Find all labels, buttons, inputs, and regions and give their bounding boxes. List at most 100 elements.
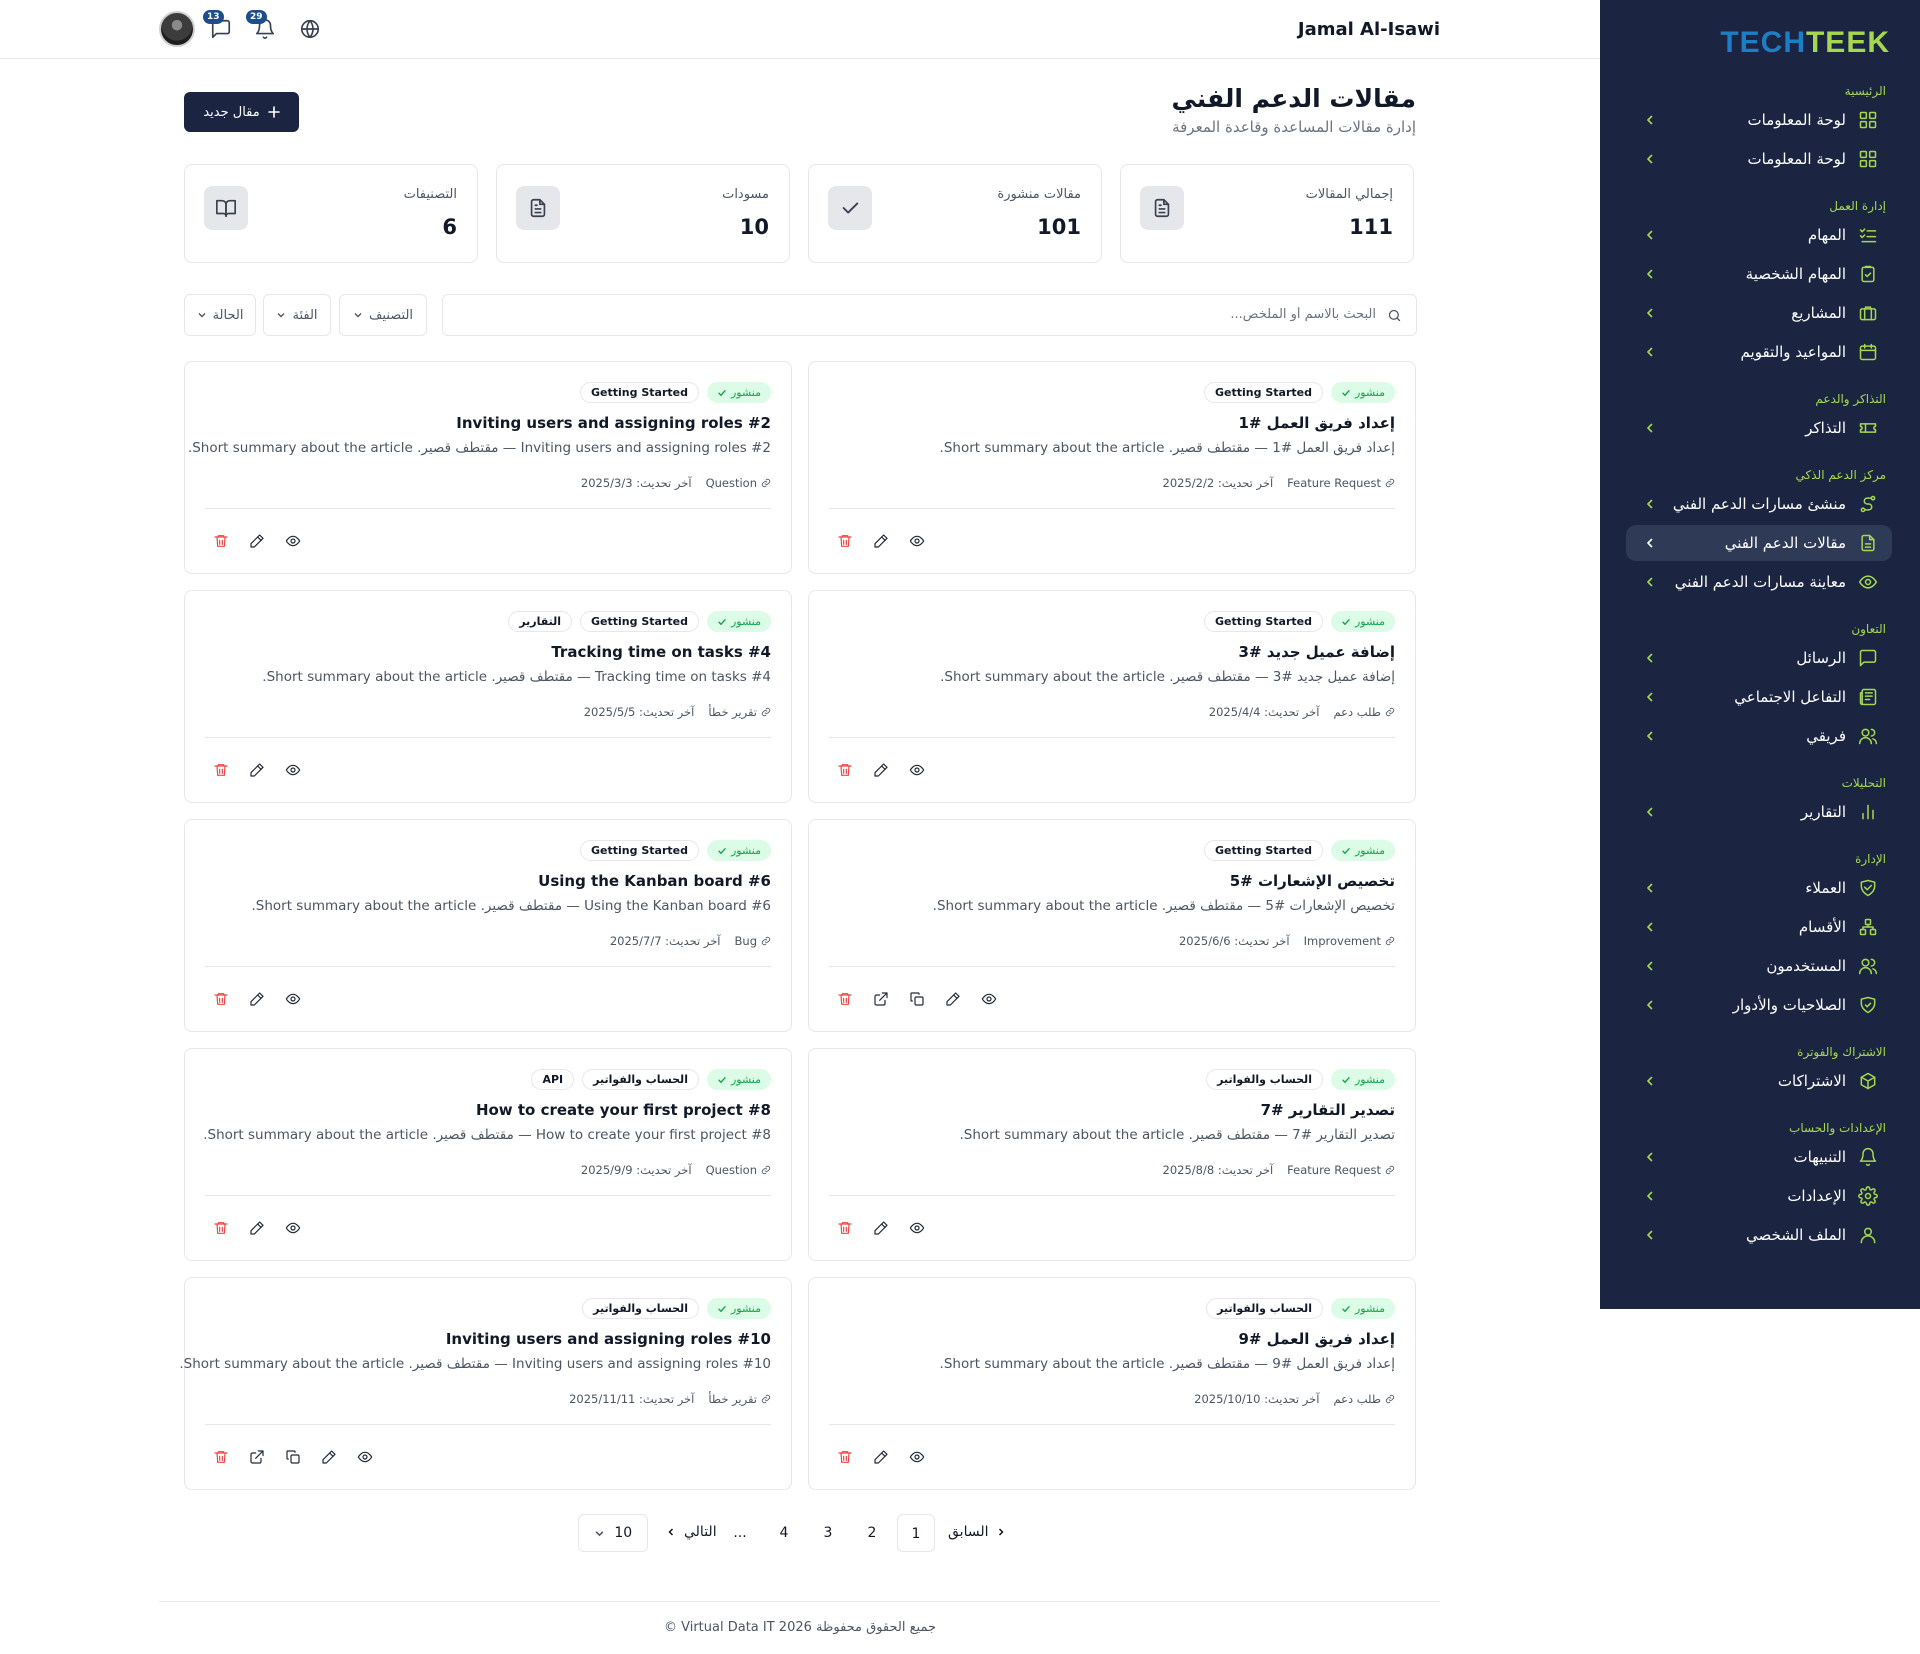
edit-button[interactable] — [873, 533, 889, 549]
article-title[interactable]: Tracking time on tasks #4 — [551, 643, 771, 661]
view-button[interactable] — [285, 991, 301, 1007]
view-button[interactable] — [285, 1220, 301, 1236]
view-button[interactable] — [909, 762, 925, 778]
sidebar-item-label: المهام الشخصية — [1745, 265, 1846, 283]
sidebar-item[interactable]: المهام الشخصية — [1626, 256, 1892, 292]
delete-button[interactable] — [213, 1220, 229, 1236]
user-name[interactable]: Jamal Al-Isawi — [1298, 19, 1440, 40]
view-button[interactable] — [285, 533, 301, 549]
edit-button[interactable] — [249, 1220, 265, 1236]
article-title[interactable]: إضافة عميل جديد #3 — [1239, 643, 1395, 661]
view-button[interactable] — [909, 533, 925, 549]
article-title[interactable]: Using the Kanban board #6 — [538, 872, 771, 890]
edit-button[interactable] — [321, 1449, 337, 1465]
delete-button[interactable] — [213, 1449, 229, 1465]
article-title[interactable]: Inviting users and assigning roles #10 — [446, 1330, 771, 1348]
sidebar-item[interactable]: لوحة المعلومات — [1626, 141, 1892, 177]
category-filter[interactable]: التصنيف — [339, 294, 427, 336]
view-button[interactable] — [909, 1220, 925, 1236]
sidebar-item[interactable]: المستخدمون — [1626, 948, 1892, 984]
article-updated: آخر تحديث: 2025/8/8 — [1163, 1163, 1274, 1177]
duplicate-button[interactable] — [909, 991, 925, 1007]
sidebar-item[interactable]: المواعيد والتقويم — [1626, 334, 1892, 370]
card-tags: منشور Getting Started — [1204, 611, 1395, 632]
view-button[interactable] — [981, 991, 997, 1007]
article-card: منشور الحساب والفواتير API How to create … — [184, 1048, 792, 1261]
prev-page-button[interactable]: السابق — [948, 1524, 1006, 1540]
sidebar-item[interactable]: المشاريع — [1626, 295, 1892, 331]
article-card: منشور الحساب والفواتير إعداد فريق العمل … — [808, 1277, 1416, 1490]
card-tags: منشور Getting Started — [1204, 382, 1395, 403]
card-divider — [829, 508, 1395, 509]
delete-button[interactable] — [213, 991, 229, 1007]
page-title: مقالات الدعم الفني — [1171, 84, 1416, 113]
open-external-button[interactable] — [249, 1449, 265, 1465]
edit-button[interactable] — [873, 762, 889, 778]
sidebar-item[interactable]: الأقسام — [1626, 909, 1892, 945]
article-title[interactable]: تصدير التقارير #7 — [1261, 1101, 1395, 1119]
sidebar-item[interactable]: معاينة مسارات الدعم الفني — [1626, 564, 1892, 600]
card-divider — [829, 1195, 1395, 1196]
sidebar-item[interactable]: الاشتراكات — [1626, 1063, 1892, 1099]
view-button[interactable] — [285, 762, 301, 778]
edit-button[interactable] — [945, 991, 961, 1007]
sidebar-item[interactable]: التفاعل الاجتماعي — [1626, 679, 1892, 715]
page-1-button[interactable]: 1 — [897, 1514, 935, 1552]
page-2-button[interactable]: 2 — [853, 1514, 891, 1552]
article-type-label: تقرير خطأ — [708, 1392, 757, 1406]
user-avatar[interactable] — [159, 11, 195, 47]
edit-button[interactable] — [249, 533, 265, 549]
article-title[interactable]: إعداد فريق العمل #1 — [1238, 414, 1395, 432]
search-input[interactable] — [476, 307, 1376, 322]
brand-logo[interactable]: TECHTEEK — [1720, 26, 1890, 60]
delete-button[interactable] — [837, 1449, 853, 1465]
updated-prefix: آخر تحديث: — [636, 1163, 692, 1177]
article-title[interactable]: Inviting users and assigning roles #2 — [456, 414, 771, 432]
sidebar-item[interactable]: العملاء — [1626, 870, 1892, 906]
duplicate-button[interactable] — [285, 1449, 301, 1465]
page-3-button[interactable]: 3 — [809, 1514, 847, 1552]
sidebar-item[interactable]: التقارير — [1626, 794, 1892, 830]
sidebar-item[interactable]: فريقي — [1626, 718, 1892, 754]
delete-button[interactable] — [837, 762, 853, 778]
article-title[interactable]: تخصيص الإشعارات #5 — [1230, 872, 1395, 890]
sidebar-item[interactable]: التنبيهات — [1626, 1139, 1892, 1175]
sidebar-item[interactable]: الإعدادات — [1626, 1178, 1892, 1214]
open-external-button[interactable] — [873, 991, 889, 1007]
sidebar-item[interactable]: المهام — [1626, 217, 1892, 253]
sidebar-item[interactable]: التذاكر — [1626, 410, 1892, 446]
sidebar-item[interactable]: منشئ مسارات الدعم الفني — [1626, 486, 1892, 522]
delete-button[interactable] — [837, 991, 853, 1007]
sidebar-item[interactable]: مقالات الدعم الفني — [1626, 525, 1892, 561]
edit-button[interactable] — [873, 1449, 889, 1465]
link-icon — [761, 936, 771, 946]
delete-button[interactable] — [837, 533, 853, 549]
edit-button[interactable] — [249, 991, 265, 1007]
page-size-select[interactable]: 10 — [578, 1514, 648, 1552]
sidebar-item[interactable]: الملف الشخصي — [1626, 1217, 1892, 1253]
sidebar-item[interactable]: لوحة المعلومات — [1626, 102, 1892, 138]
delete-button[interactable] — [837, 1220, 853, 1236]
new-article-button[interactable]: مقال جديد — [184, 92, 299, 132]
article-title[interactable]: إعداد فريق العمل #9 — [1238, 1330, 1395, 1348]
stat-label: إجمالي المقالات — [1305, 187, 1393, 202]
view-button[interactable] — [909, 1449, 925, 1465]
sidebar-item[interactable]: الصلاحيات والأدوار — [1626, 987, 1892, 1023]
view-button[interactable] — [357, 1449, 373, 1465]
stat-label: مسودات — [722, 187, 769, 202]
article-updated: آخر تحديث: 2025/7/7 — [610, 934, 721, 948]
delete-button[interactable] — [213, 533, 229, 549]
trash-icon — [838, 535, 852, 547]
delete-button[interactable] — [213, 762, 229, 778]
status-filter[interactable]: الحالة — [184, 294, 256, 336]
globe-icon[interactable] — [299, 18, 321, 40]
article-title[interactable]: How to create your first project #8 — [476, 1101, 771, 1119]
edit-button[interactable] — [873, 1220, 889, 1236]
article-summary: Inviting users and assigning roles #10 —… — [179, 1356, 771, 1372]
sidebar-item[interactable]: الرسائل — [1626, 640, 1892, 676]
sidebar-section-title: الاشتراك والفوترة — [1797, 1045, 1886, 1059]
next-page-button[interactable]: التالي — [666, 1524, 717, 1540]
type-filter[interactable]: الفئة — [263, 294, 331, 336]
page-4-button[interactable]: 4 — [765, 1514, 803, 1552]
edit-button[interactable] — [249, 762, 265, 778]
